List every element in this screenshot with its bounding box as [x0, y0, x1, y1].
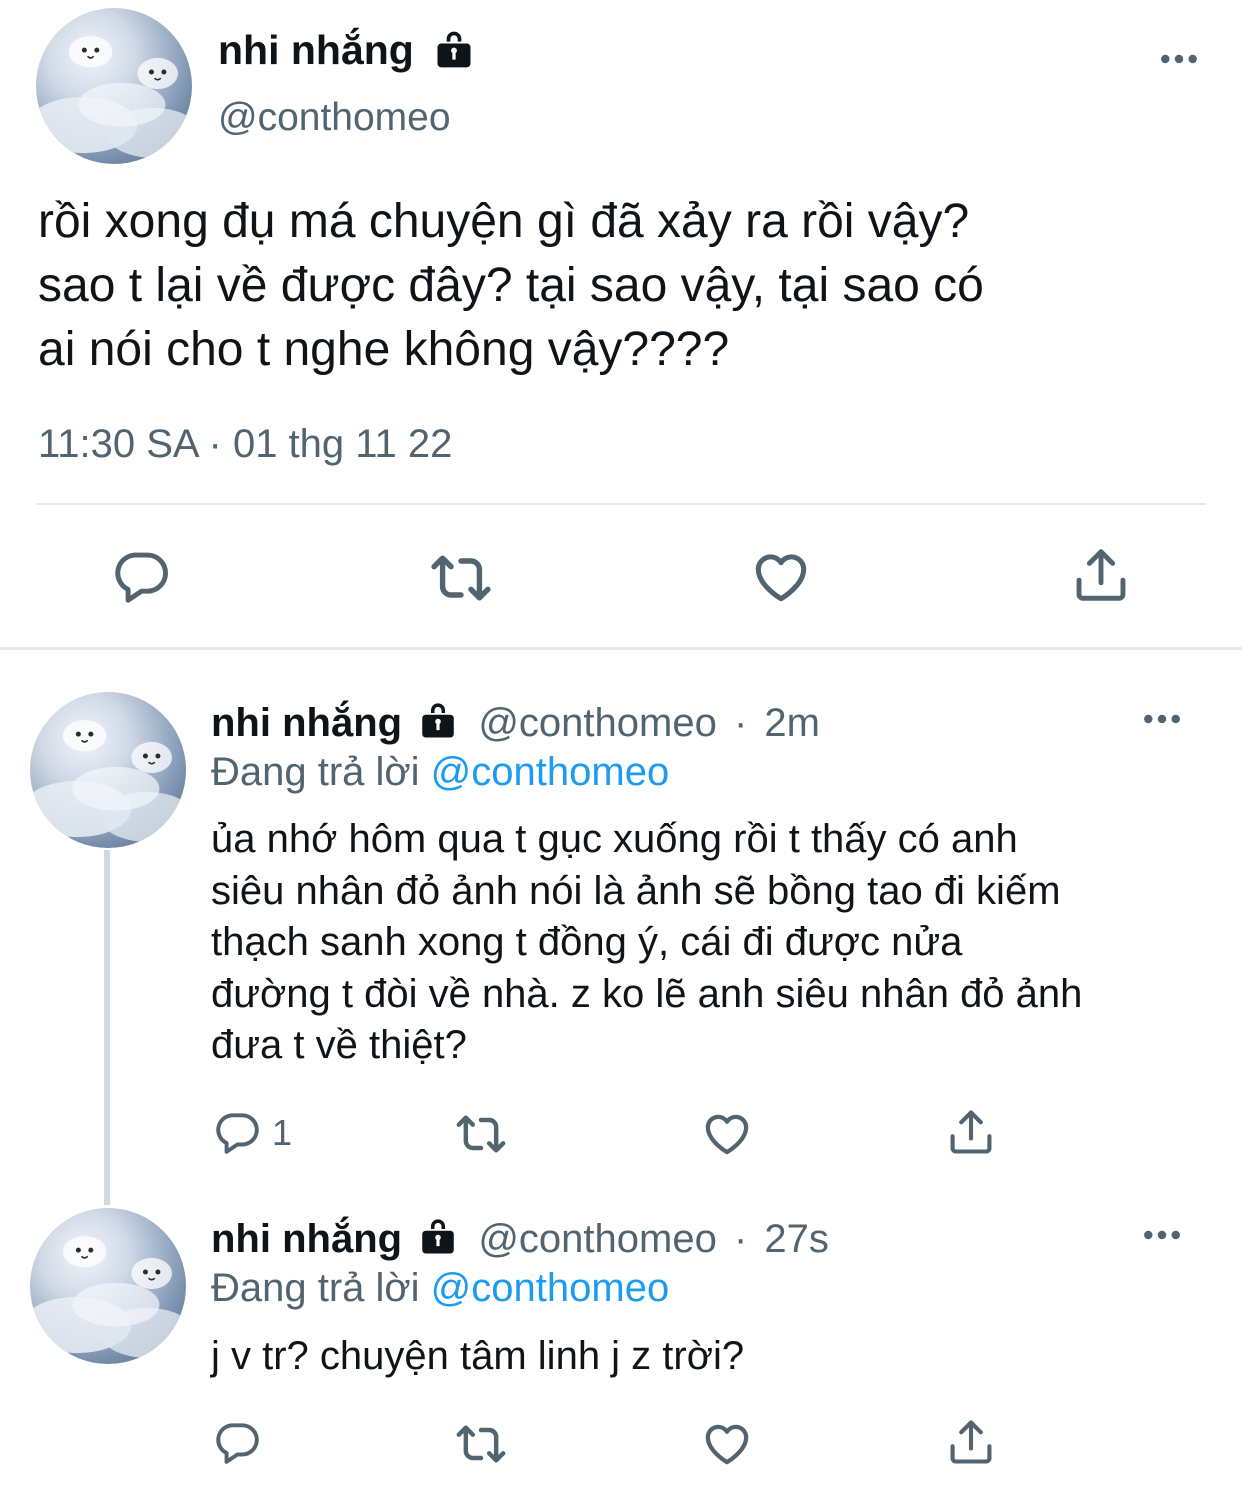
retweet-icon[interactable]	[427, 544, 495, 612]
avatar-image	[36, 8, 192, 164]
thread-line	[104, 850, 110, 1205]
display-name[interactable]: nhi nhắng	[218, 26, 414, 74]
more-options-icon[interactable]	[1143, 1228, 1181, 1242]
retweet-icon[interactable]	[453, 1416, 509, 1472]
avatar[interactable]	[30, 1208, 186, 1364]
share-icon[interactable]	[945, 1416, 997, 1468]
more-options-icon[interactable]	[1160, 52, 1198, 66]
handle[interactable]: @conthomeo	[478, 1217, 717, 1261]
reply-text-line: siêu nhân đỏ ảnh nói là ảnh sẽ bồng tao …	[211, 868, 1061, 913]
more-options-icon[interactable]	[1143, 712, 1181, 726]
divider	[36, 503, 1206, 505]
section-divider	[0, 647, 1242, 650]
handle[interactable]: @conthomeo	[218, 95, 451, 141]
display-name[interactable]: nhi nhắng	[211, 701, 402, 745]
reply-text: ủa nhớ hôm qua t gục xuống rồi t thấy có…	[211, 814, 1082, 1072]
reply-icon[interactable]	[110, 546, 172, 608]
tweet-timestamp[interactable]: 11:30 SA · 01 thg 11 22	[38, 420, 452, 468]
tweet-text: rồi xong đụ má chuyện gì đã xảy ra rồi v…	[38, 190, 984, 382]
separator-dot: ·	[733, 1217, 748, 1261]
reply-time[interactable]: 27s	[764, 1217, 829, 1261]
reply-icon[interactable]	[212, 1418, 262, 1468]
reply-text-line: j v tr? chuyện tâm linh j z trời?	[211, 1334, 745, 1378]
reply-text: j v tr? chuyện tâm linh j z trời?	[211, 1331, 744, 1383]
protected-lock-icon	[417, 699, 459, 741]
avatar-image	[30, 692, 186, 848]
handle[interactable]: @conthomeo	[478, 701, 717, 745]
tweet-text-line: sao t lại về được đây? tại sao vậy, tại …	[38, 259, 984, 312]
tweet-text-line: ai nói cho t nghe không vậy????	[38, 323, 730, 376]
protected-lock-icon	[417, 1215, 459, 1257]
reply-header: nhi nhắng @conthomeo · 27s	[211, 1214, 829, 1264]
reply-text-line: đường t đòi về nhà. z ko lẽ anh siêu nhâ…	[211, 971, 1083, 1016]
avatar-image	[30, 1208, 186, 1364]
reply-time[interactable]: 2m	[764, 701, 820, 745]
replying-to: Đang trả lời @conthomeo	[211, 1263, 669, 1313]
protected-lock-icon	[432, 27, 476, 71]
retweet-icon[interactable]	[453, 1106, 509, 1162]
like-icon[interactable]	[700, 1416, 754, 1470]
tweet-text-line: rồi xong đụ má chuyện gì đã xảy ra rồi v…	[38, 195, 970, 248]
separator-dot: ·	[733, 701, 748, 745]
replying-to-link[interactable]: @conthomeo	[431, 750, 670, 794]
reply-text-line: ủa nhớ hôm qua t gục xuống rồi t thấy có…	[211, 817, 1018, 861]
reply-text-line: thạch sanh xong t đồng ý, cái đi được nử…	[211, 920, 963, 964]
avatar[interactable]	[30, 692, 186, 848]
replying-prefix: Đang trả lời	[211, 750, 420, 794]
reply-text-line: đưa t về thiệt?	[211, 1023, 467, 1067]
like-icon[interactable]	[749, 544, 813, 608]
reply-count: 1	[272, 1112, 293, 1153]
avatar[interactable]	[36, 8, 192, 164]
replying-to: Đang trả lời @conthomeo	[211, 747, 669, 797]
like-icon[interactable]	[700, 1106, 754, 1160]
display-name[interactable]: nhi nhắng	[211, 1217, 402, 1261]
share-icon[interactable]	[945, 1106, 997, 1158]
replying-to-link[interactable]: @conthomeo	[431, 1266, 670, 1310]
replying-prefix: Đang trả lời	[211, 1266, 420, 1310]
reply-header: nhi nhắng @conthomeo · 2m	[211, 698, 820, 748]
reply-icon[interactable]	[212, 1108, 262, 1158]
share-icon[interactable]	[1070, 544, 1132, 606]
